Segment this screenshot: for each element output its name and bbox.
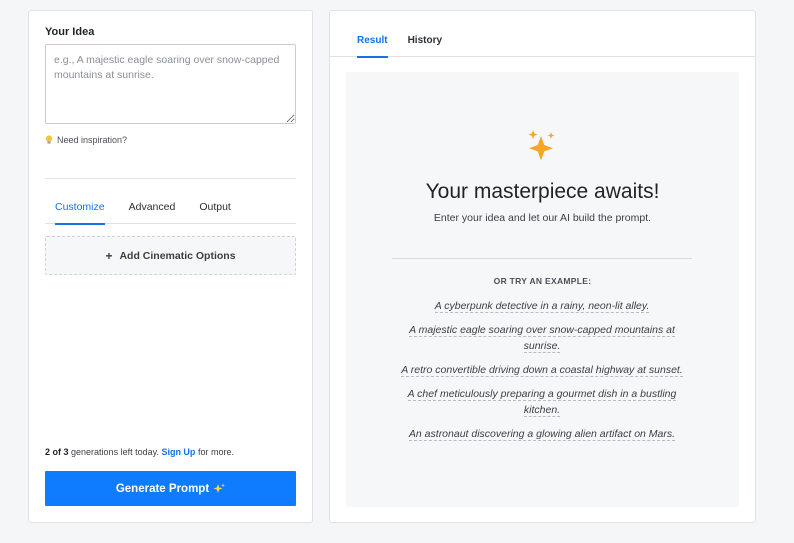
example-item[interactable]: A majestic eagle soaring over snow-cappe… xyxy=(392,322,692,354)
generate-prompt-label: Generate Prompt xyxy=(115,482,210,495)
divider xyxy=(45,178,296,179)
example-item[interactable]: A chef meticulously preparing a gourmet … xyxy=(392,386,692,418)
idea-input[interactable] xyxy=(45,44,296,124)
generations-count: 2 of 3 xyxy=(45,447,69,457)
add-cinematic-options-label: Add Cinematic Options xyxy=(119,249,236,262)
divider xyxy=(392,258,692,259)
idea-label: Your Idea xyxy=(45,26,95,38)
sign-up-link[interactable]: Sign Up xyxy=(161,447,195,457)
tab-history[interactable]: History xyxy=(399,31,451,57)
need-inspiration-link[interactable]: Need inspiration? xyxy=(45,135,127,145)
lightbulb-icon xyxy=(45,135,53,144)
result-tabs: Result History xyxy=(330,31,755,58)
example-item[interactable]: A cyberpunk detective in a rainy, neon-l… xyxy=(392,298,692,314)
try-example-label: OR TRY AN EXAMPLE: xyxy=(493,276,592,286)
plus-icon: + xyxy=(105,248,113,263)
example-item[interactable]: An astronaut discovering a glowing alien… xyxy=(392,426,692,442)
generations-suffix: for more. xyxy=(197,447,234,457)
example-item[interactable]: A retro convertible driving down a coast… xyxy=(392,362,692,378)
options-tabs: Customize Advanced Output xyxy=(45,197,296,225)
need-inspiration-label: Need inspiration? xyxy=(57,135,128,145)
result-title: Your masterpiece awaits! xyxy=(425,180,660,203)
sparkles-icon xyxy=(528,130,555,161)
example-text[interactable]: An astronaut discovering a glowing alien… xyxy=(408,428,676,441)
tab-advanced[interactable]: Advanced xyxy=(119,197,186,224)
example-text[interactable]: A cyberpunk detective in a rainy, neon-l… xyxy=(434,300,650,313)
generations-text: generations left today. xyxy=(71,447,159,457)
example-text[interactable]: A retro convertible driving down a coast… xyxy=(401,364,683,377)
prompt-builder-panel: Your Idea Need inspiration? Customize Ad… xyxy=(28,10,313,523)
tab-output[interactable]: Output xyxy=(189,197,241,224)
generate-prompt-button[interactable]: Generate Prompt xyxy=(45,471,296,506)
example-text[interactable]: A chef meticulously preparing a gourmet … xyxy=(407,388,677,417)
tab-customize[interactable]: Customize xyxy=(45,197,115,225)
generations-remaining: 2 of 3 generations left today. Sign Up f… xyxy=(45,447,234,457)
add-cinematic-options-button[interactable]: + Add Cinematic Options xyxy=(45,236,296,275)
result-panel: Result History Your masterpiece awaits! … xyxy=(329,10,756,523)
result-placeholder: Your masterpiece awaits! Enter your idea… xyxy=(346,72,739,507)
example-list: A cyberpunk detective in a rainy, neon-l… xyxy=(392,298,692,450)
example-text[interactable]: A majestic eagle soaring over snow-cappe… xyxy=(409,324,675,353)
tab-result[interactable]: Result xyxy=(348,31,397,58)
result-subtitle: Enter your idea and let our AI build the… xyxy=(433,212,652,224)
sparkles-icon xyxy=(213,483,225,493)
